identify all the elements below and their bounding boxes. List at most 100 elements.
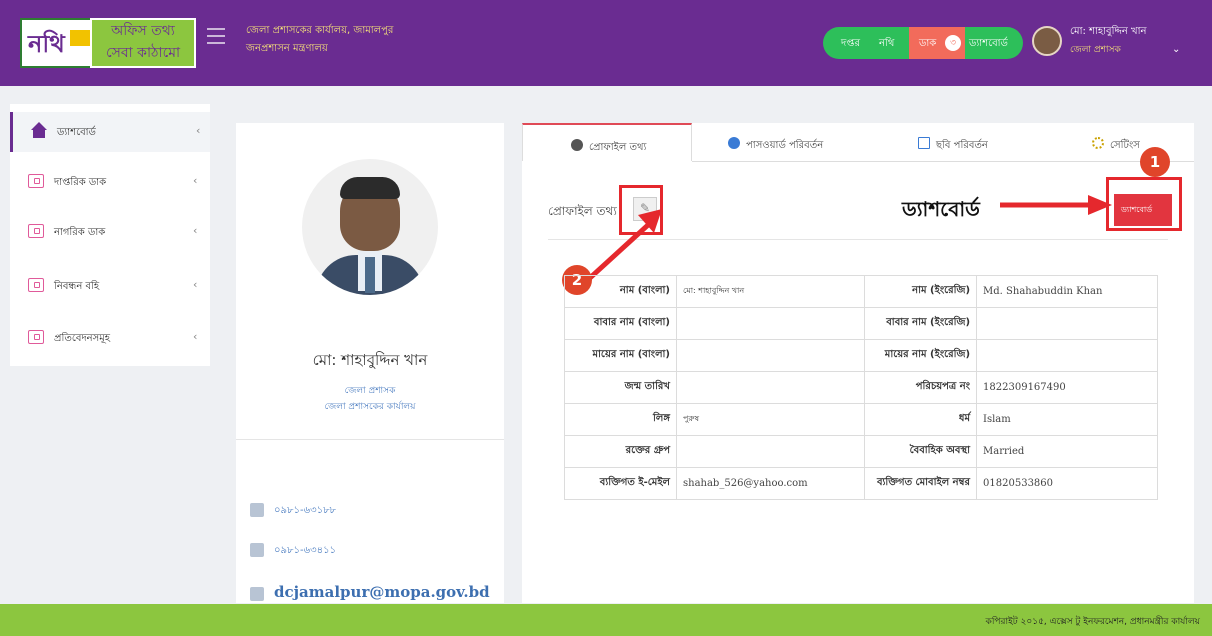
profile-office: জেলা প্রশাসকের কার্যালয় — [324, 402, 416, 412]
nav-nothi[interactable]: নথি — [879, 36, 894, 53]
field-value — [675, 307, 866, 340]
avatar — [1032, 26, 1062, 56]
fax-text: ০৯৮১-৬৩৪১১ — [274, 545, 337, 556]
phone-icon — [250, 503, 264, 517]
tab-profile-info[interactable]: প্রোফাইল তথ্য — [522, 123, 692, 161]
table-row: লিঙ্গ পুরুষ ধর্ম Islam — [564, 403, 1158, 436]
user-menu[interactable]: মো: শাহাবুদ্দিন খান জেলা প্রশাসক ⌄ — [1028, 22, 1196, 66]
home-icon — [31, 122, 47, 130]
tabbar-line — [692, 161, 1194, 162]
field-label: রক্তের গ্রুপ — [564, 435, 677, 468]
image-icon — [918, 137, 930, 149]
briefcase-icon — [28, 224, 44, 238]
profile-main-panel: প্রোফাইল তথ্য পাসওয়ার্ড পরিবর্তন ছবি পর… — [522, 123, 1194, 603]
profile-designation: জেলা প্রশাসক — [344, 386, 396, 396]
footer-copyright: কপিরাইট ২০১৫, এক্সেস টু ইনফরমেশন, প্রধান… — [985, 617, 1200, 627]
tab-label: সেটিংস — [1110, 140, 1140, 151]
nav-dashboard[interactable]: ড্যাশবোর্ড — [969, 36, 1008, 53]
briefcase-icon — [28, 278, 44, 292]
dak-count-badge: ৩ — [945, 35, 961, 51]
field-value — [675, 371, 866, 404]
sidebar-item-official-dak[interactable]: দাপ্তরিক ডাক ‹ — [10, 162, 210, 202]
email-text: dcjamalpur@mopa.gov.bd — [274, 583, 490, 601]
field-label: পরিচয়পত্র নং — [864, 371, 978, 404]
field-value — [675, 339, 866, 372]
field-label: ধর্ম — [864, 403, 978, 436]
field-label: মায়ের নাম (ইংরেজি) — [864, 339, 978, 372]
field-label: নাম (ইংরেজি) — [864, 275, 978, 308]
org-name: জেলা প্রশাসকের কার্যালয়, জামালপুর — [246, 25, 394, 36]
profile-card: মো: শাহাবুদ্দিন খান জেলা প্রশাসক জেলা প্… — [236, 123, 504, 603]
footer: কপিরাইট ২০১৫, এক্সেস টু ইনফরমেশন, প্রধান… — [0, 604, 1212, 636]
home-icon-base — [33, 130, 45, 138]
sidebar-item-dashboard[interactable]: ড্যাশবোর্ড ‹ — [10, 112, 210, 152]
field-value: 1822309167490 — [976, 371, 1158, 404]
table-row: জন্ম তারিখ পরিচয়পত্র নং 1822309167490 — [564, 371, 1158, 404]
field-value — [976, 339, 1158, 372]
table-row: ব্যক্তিগত ই-মেইল shahab_526@yahoo.com ব্যক… — [564, 467, 1158, 500]
envelope-icon — [250, 587, 264, 601]
chevron-down-icon: ⌄ — [1172, 44, 1181, 55]
field-value: shahab_526@yahoo.com — [675, 467, 866, 500]
field-label: ব্যক্তিগত ই-মেইল — [564, 467, 677, 500]
user-icon — [571, 139, 583, 151]
briefcase-icon — [28, 330, 44, 344]
top-navbar: নথি অফিস তথ্য সেবা কাঠামো জেলা প্রশাসকের… — [0, 0, 1212, 86]
sidebar-item-label: নিবন্ধন বহি — [54, 281, 100, 292]
logo-nothi: নথি — [20, 18, 98, 68]
top-nav-pill: দপ্তর নথি ডাক ৩ ড্যাশবোর্ড — [823, 27, 1023, 59]
field-value: Married — [976, 435, 1158, 468]
sidebar-item-register[interactable]: নিবন্ধন বহি ‹ — [10, 266, 210, 306]
user-name: মো: শাহাবুদ্দিন খান — [1070, 26, 1147, 37]
tab-label: পাসওয়ার্ড পরিবর্তন — [746, 140, 824, 151]
chevron-left-icon: ‹ — [196, 124, 201, 137]
sidebar-item-label: প্রতিবেদনসমূহ — [54, 333, 111, 344]
field-value: 01820533860 — [976, 467, 1158, 500]
logo-nothi-text: নথি — [28, 29, 65, 58]
briefcase-icon — [28, 174, 44, 188]
field-value: মো: শাহাবুদ্দিন খান — [675, 275, 866, 308]
nav-dak[interactable]: ডাক ৩ — [909, 27, 965, 59]
nav-dak-label: ডাক — [919, 38, 937, 49]
hamburger-menu-icon[interactable] — [207, 28, 225, 44]
nav-dashtor[interactable]: দপ্তর — [841, 36, 860, 53]
logo-line2: সেবা কাঠামো — [105, 45, 181, 61]
chevron-left-icon: ‹ — [193, 278, 198, 291]
annotation-arrow-1 — [1000, 195, 1112, 215]
sidebar-item-label: ড্যাশবোর্ড — [57, 127, 96, 138]
chevron-left-icon: ‹ — [193, 224, 198, 237]
user-designation: জেলা প্রশাসক — [1070, 45, 1121, 55]
check-badge-icon — [728, 137, 740, 149]
tab-label: ছবি পরিবর্তন — [936, 140, 988, 151]
logo[interactable]: নথি অফিস তথ্য সেবা কাঠামো — [20, 18, 196, 68]
profile-photo — [302, 159, 438, 295]
tab-photo-change[interactable]: ছবি পরিবর্তন — [910, 123, 1040, 161]
field-label: মায়ের নাম (বাংলা) — [564, 339, 677, 372]
gear-icon — [1092, 137, 1104, 149]
tab-settings[interactable]: সেটিংস — [1088, 123, 1188, 161]
field-value: Md. Shahabuddin Khan — [976, 275, 1158, 308]
tab-label: প্রোফাইল তথ্য — [589, 142, 647, 153]
table-row: নাম (বাংলা) মো: শাহাবুদ্দিন খান নাম (ইংরেজ… — [564, 275, 1158, 308]
annotation-dashboard-label: ড্যাশবোর্ড — [902, 197, 980, 221]
sidebar-item-label: দাপ্তরিক ডাক — [54, 177, 107, 188]
logo-line1: অফিস তথ্য — [111, 23, 175, 39]
fax-icon — [250, 543, 264, 557]
field-label: জন্ম তারিখ — [564, 371, 677, 404]
marker-1-badge: 1 — [1140, 147, 1170, 177]
table-row: মায়ের নাম (বাংলা) মায়ের নাম (ইংরেজি) — [564, 339, 1158, 372]
dashboard-button[interactable]: ড্যাশবোর্ড — [1114, 194, 1172, 226]
divider — [236, 439, 504, 440]
field-label: লিঙ্গ — [564, 403, 677, 436]
sidebar-item-reports[interactable]: প্রতিবেদনসমূহ ‹ — [10, 318, 210, 358]
org-info: জেলা প্রশাসকের কার্যালয়, জামালপুর জনপ্র… — [246, 22, 393, 58]
tab-password-change[interactable]: পাসওয়ার্ড পরিবর্তন — [720, 123, 870, 161]
chevron-left-icon: ‹ — [193, 330, 198, 343]
ministry-name: জনপ্রশাসন মন্ত্রণালয় — [246, 43, 328, 54]
contact-email: dcjamalpur@mopa.gov.bd — [250, 583, 490, 601]
contact-phone: ০৯৮১-৬৩১৮৮ — [250, 503, 336, 520]
field-label: বৈবাহিক অবস্থা — [864, 435, 978, 468]
table-row: বাবার নাম (বাংলা) বাবার নাম (ইংরেজি) — [564, 307, 1158, 340]
logo-office-info: অফিস তথ্য সেবা কাঠামো — [90, 18, 196, 68]
sidebar-item-citizen-dak[interactable]: নাগরিক ডাক ‹ — [10, 212, 210, 252]
